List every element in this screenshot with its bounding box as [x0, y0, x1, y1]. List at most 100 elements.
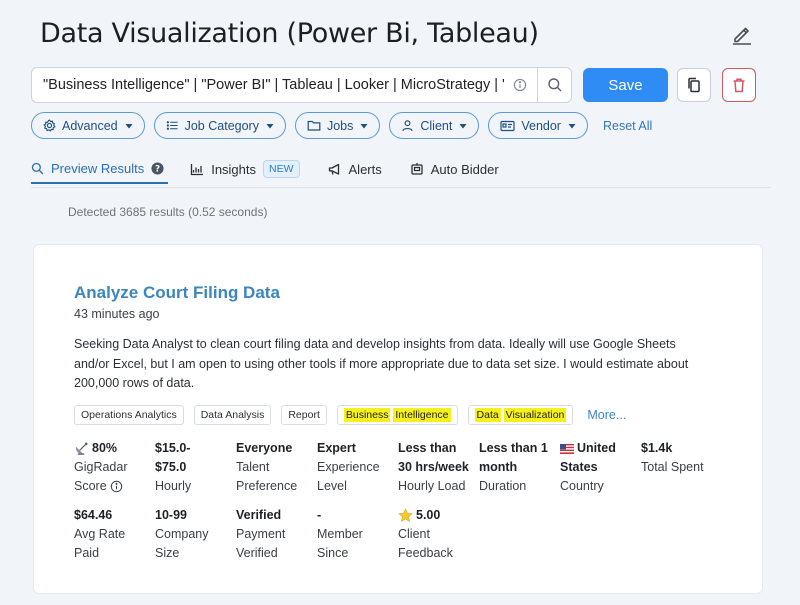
save-button[interactable]: Save [583, 68, 668, 102]
job-tag-highlighted[interactable]: Business Intelligence [336, 405, 458, 425]
stat-label: Size [155, 546, 180, 560]
stat-duration: Less than 1 month Duration [479, 439, 560, 496]
robot-icon [411, 163, 423, 175]
tab-auto-bidder-label: Auto Bidder [430, 161, 499, 177]
stat-payment-verified: Verified Payment Verified [236, 506, 317, 563]
results-count: Detected 3685 results (0.52 seconds) [68, 205, 268, 219]
stat-value: States [560, 460, 598, 474]
trash-icon [733, 78, 745, 93]
stat-value: month [479, 460, 518, 474]
info-icon[interactable] [110, 480, 123, 493]
reset-all-link[interactable]: Reset All [603, 119, 652, 133]
list-icon [166, 121, 178, 130]
stat-gigradar-score: 80% GigRadar Score [74, 439, 155, 496]
stat-value: - [317, 508, 322, 522]
stat-label: Verified [236, 546, 278, 560]
stat-client-feedback: 5.00 Client Feedback [398, 506, 479, 563]
tab-preview-results[interactable]: Preview Results ? [31, 154, 169, 184]
caret-down-icon [459, 123, 467, 128]
tab-alerts[interactable]: Alerts [328, 154, 382, 184]
stat-value: $64.46 [74, 508, 113, 522]
tab-preview-results-label: Preview Results [51, 160, 145, 176]
tabs-divider [31, 187, 771, 188]
job-tags: Operations Analytics Data Analysis Repor… [74, 405, 626, 425]
stat-label: Hourly [155, 479, 192, 493]
job-category-filter-label: Job Category [184, 118, 259, 133]
stat-value: 80% [92, 441, 118, 455]
stat-label: Payment [236, 527, 286, 541]
stat-member-since: - Member Since [317, 506, 398, 563]
filter-bar: Advanced Job Category Jobs Client Vendor… [31, 112, 652, 139]
stat-label: Preference [236, 479, 298, 493]
job-tag[interactable]: Data Analysis [193, 405, 272, 425]
id-card-icon [500, 120, 515, 131]
satellite-dish-icon [75, 442, 88, 455]
stat-total-spent: $1.4k Total Spent [641, 439, 722, 496]
vendor-filter-button[interactable]: Vendor [488, 112, 588, 139]
stat-label: Client [398, 527, 430, 541]
stat-value: $1.4k [641, 441, 673, 455]
job-tag[interactable]: Report [281, 405, 327, 425]
highlight-word: Visualization [503, 408, 567, 422]
stat-label: Company [155, 527, 209, 541]
stat-talent-preference: Everyone Talent Preference [236, 439, 317, 496]
highlight-word: Data [474, 408, 501, 422]
stat-experience-level: Expert Experience Level [317, 439, 398, 496]
stat-company-size: 10-99 Company Size [155, 506, 236, 563]
job-category-filter-button[interactable]: Job Category [153, 112, 286, 139]
stat-hourly-rate: $15.0- $75.0 Hourly [155, 439, 236, 496]
pencil-icon[interactable] [730, 22, 754, 46]
stat-label: Hourly Load [398, 479, 466, 493]
copy-button[interactable] [677, 68, 711, 102]
advanced-filter-button[interactable]: Advanced [31, 112, 145, 139]
tab-insights[interactable]: Insights NEW [190, 154, 300, 184]
job-title-link[interactable]: Analyze Court Filing Data [74, 283, 280, 303]
folder-icon [307, 120, 321, 131]
new-badge: NEW [263, 160, 300, 178]
highlight-word: Business [343, 408, 391, 422]
stat-value: Everyone [236, 441, 293, 455]
stat-value: Less than 1 [479, 441, 548, 455]
delete-button[interactable] [722, 68, 756, 102]
job-stats: 80% GigRadar Score $15.0- $75.0 Hourly E… [74, 439, 734, 563]
tab-alerts-label: Alerts [348, 161, 382, 177]
tab-bar: Preview Results ? Insights NEW Alerts Au… [31, 154, 527, 188]
advanced-filter-label: Advanced [62, 118, 118, 133]
info-icon[interactable] [513, 78, 527, 92]
us-flag-icon [560, 443, 574, 454]
stat-value: $75.0 [155, 460, 187, 474]
more-tags-link[interactable]: More... [587, 408, 626, 422]
stat-hourly-load: Less than 30 hrs/week Hourly Load [398, 439, 479, 496]
stat-label: Paid [74, 546, 100, 560]
user-icon [402, 120, 414, 132]
stat-value: United [577, 441, 616, 455]
job-tag-highlighted[interactable]: Data Visualization [467, 405, 574, 425]
caret-down-icon [266, 123, 274, 128]
job-tag[interactable]: Operations Analytics [74, 405, 184, 425]
stat-value: 30 hrs/week [398, 460, 469, 474]
help-icon[interactable]: ? [151, 161, 164, 175]
stat-label: Member [317, 527, 363, 541]
copy-icon [688, 77, 700, 93]
stat-value: 5.00 [416, 508, 441, 522]
client-filter-button[interactable]: Client [389, 112, 480, 139]
job-description: Seeking Data Analyst to clean court fili… [74, 337, 689, 390]
stat-value: Less than [398, 441, 457, 455]
jobs-filter-button[interactable]: Jobs [294, 112, 381, 139]
stat-value: Expert [317, 441, 356, 455]
job-card: Analyze Court Filing Data 43 minutes ago… [33, 244, 763, 594]
stat-label: Country [560, 479, 604, 493]
stat-label: Level [317, 479, 347, 493]
jobs-filter-label: Jobs [326, 118, 354, 133]
stat-label: Since [317, 546, 349, 560]
search-query-input[interactable] [32, 68, 513, 102]
search-button[interactable] [537, 68, 571, 102]
stat-label: Talent [236, 460, 270, 474]
caret-down-icon [125, 123, 133, 128]
stat-label: Score [74, 479, 107, 493]
stat-label: Duration [479, 479, 527, 493]
gear-icon [43, 119, 56, 132]
search-bar [31, 67, 572, 103]
tab-auto-bidder[interactable]: Auto Bidder [410, 154, 499, 184]
stat-value: $15.0- [155, 441, 191, 455]
